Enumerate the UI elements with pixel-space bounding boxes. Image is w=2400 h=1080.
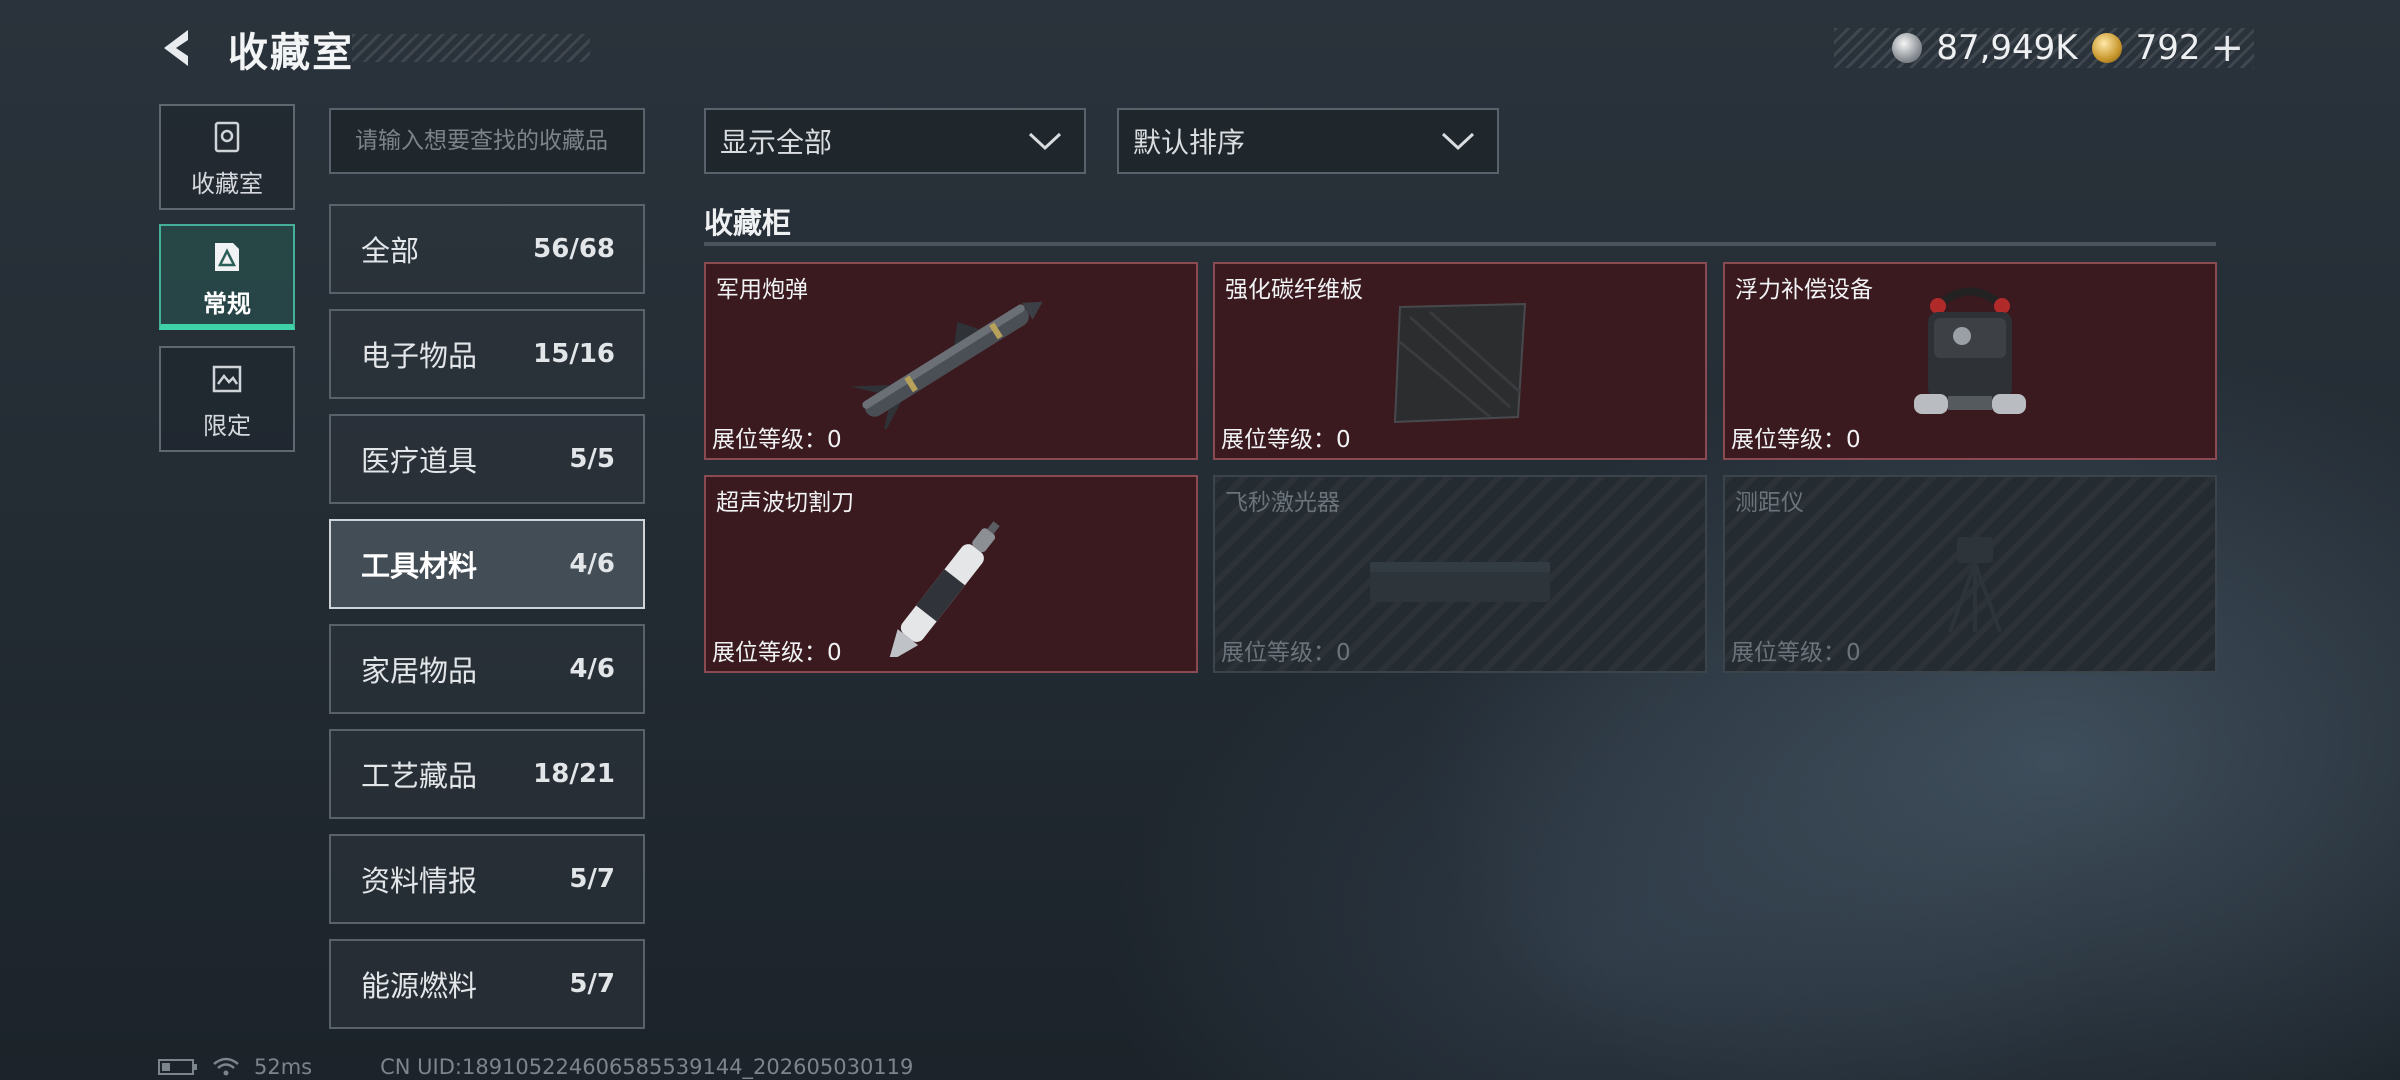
category-count: 4/6 — [569, 549, 615, 579]
uid-text: CN UID:18910522460658553914​4_2026050301… — [380, 1055, 914, 1079]
collection-card-carbon-plate[interactable]: 强化碳纤维板 展位等级：0 — [1213, 262, 1707, 460]
item-name: 测距仪 — [1735, 490, 1804, 516]
currency-bar: 87,949K 792 + — [1834, 25, 2254, 71]
category-name: 全部 — [361, 234, 420, 268]
category-name: 能源燃料 — [361, 969, 478, 1003]
carbon-plate-icon — [1393, 302, 1527, 424]
category-count: 56/68 — [533, 234, 615, 264]
category-name: 工具材料 — [361, 549, 478, 583]
collection-icon — [214, 121, 240, 153]
section-title: 收藏柜 — [704, 206, 792, 240]
item-name: 强化碳纤维板 — [1225, 277, 1363, 303]
category-household[interactable]: 家居物品 4/6 — [329, 624, 645, 714]
page-title: 收藏室 — [228, 30, 354, 76]
display-filter-value: 显示全部 — [720, 126, 833, 159]
laser-icon — [1370, 562, 1550, 602]
display-level: 展位等级：0 — [712, 640, 842, 666]
gold-currency-value: 792 — [2135, 28, 2201, 68]
rail-tab-regular[interactable]: 常规 — [159, 224, 295, 330]
display-level: 展位等级：0 — [1731, 640, 1861, 666]
section-divider — [704, 242, 2216, 246]
rail-tab-collection[interactable]: 收藏室 — [159, 104, 295, 210]
rail-tab-limited[interactable]: 限定 — [159, 346, 295, 452]
rail-label: 常规 — [203, 290, 251, 318]
display-level: 展位等级：0 — [1221, 427, 1351, 453]
rangefinder-icon — [1948, 537, 2002, 633]
ultrasonic-knife-icon — [888, 521, 1000, 657]
display-level: 展位等级：0 — [1221, 640, 1351, 666]
category-name: 电子物品 — [361, 339, 478, 373]
collection-card-ultrasonic-knife[interactable]: 超声波切割刀 展位等级：0 — [704, 475, 1198, 673]
wifi-icon — [213, 1057, 239, 1076]
item-name: 军用炮弹 — [716, 277, 808, 303]
battery-icon — [158, 1059, 197, 1075]
category-name: 资料情报 — [361, 864, 478, 898]
search-input[interactable] — [353, 127, 621, 155]
chevron-down-icon — [1028, 132, 1062, 151]
status-footer: 52ms CN UID:18910522460658553914​4_20260… — [158, 1054, 913, 1080]
category-name: 家居物品 — [361, 654, 478, 688]
search-box[interactable] — [329, 108, 645, 174]
sort-dropdown[interactable]: 默认排序 — [1117, 108, 1499, 174]
category-count: 5/5 — [569, 444, 615, 474]
gold-coin-icon — [2091, 33, 2122, 63]
limited-icon — [212, 365, 242, 393]
category-medical[interactable]: 医疗道具 5/5 — [329, 414, 645, 504]
missile-icon — [850, 301, 1043, 429]
silver-currency-value: 87,949K — [1936, 28, 2078, 68]
category-energy[interactable]: 能源燃料 5/7 — [329, 939, 645, 1029]
title-decoration — [352, 34, 590, 62]
category-tools[interactable]: 工具材料 4/6 — [329, 519, 645, 609]
category-electronics[interactable]: 电子物品 15/16 — [329, 309, 645, 399]
back-arrow-icon[interactable] — [158, 26, 202, 70]
item-name: 浮力补偿设备 — [1735, 277, 1873, 303]
category-name: 医疗道具 — [361, 444, 478, 478]
rail-label: 收藏室 — [191, 170, 263, 198]
add-currency-button[interactable]: + — [2210, 25, 2244, 71]
category-all[interactable]: 全部 56/68 — [329, 204, 645, 294]
category-count: 15/16 — [533, 339, 615, 369]
category-count: 5/7 — [569, 864, 615, 894]
buoyancy-device-icon — [1914, 287, 2026, 414]
display-level: 展位等级：0 — [712, 427, 842, 453]
item-name: 超声波切割刀 — [716, 490, 854, 516]
display-level: 展位等级：0 — [1731, 427, 1861, 453]
chevron-down-icon — [1441, 132, 1475, 151]
collection-card-buoyancy-device[interactable]: 浮力补偿设备 展位等级：0 — [1723, 262, 2217, 460]
collection-card-military-shell[interactable]: 军用炮弹 展位等级：0 — [704, 262, 1198, 460]
category-count: 4/6 — [569, 654, 615, 684]
category-count: 18/21 — [533, 759, 615, 789]
collection-card-rangefinder[interactable]: 测距仪 展位等级：0 — [1723, 475, 2217, 673]
category-count: 5/7 — [569, 969, 615, 999]
display-filter-dropdown[interactable]: 显示全部 — [704, 108, 1086, 174]
item-name: 飞秒激光器 — [1225, 490, 1340, 516]
category-name: 工艺藏品 — [361, 759, 478, 793]
category-crafts[interactable]: 工艺藏品 18/21 — [329, 729, 645, 819]
category-intel[interactable]: 资料情报 5/7 — [329, 834, 645, 924]
regular-icon — [215, 243, 239, 271]
sort-value: 默认排序 — [1133, 126, 1246, 159]
rail-label: 限定 — [203, 412, 251, 440]
ping-value: 52ms — [254, 1055, 313, 1079]
collection-card-femtosecond-laser[interactable]: 飞秒激光器 展位等级：0 — [1213, 475, 1707, 673]
